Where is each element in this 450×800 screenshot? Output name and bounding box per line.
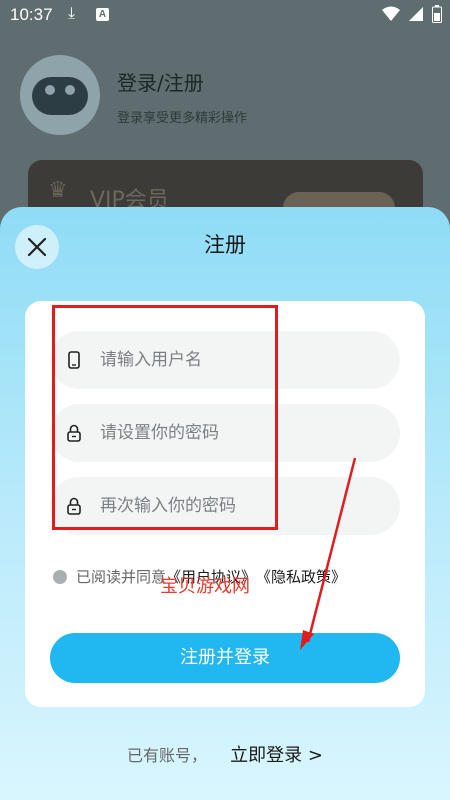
agree-radio[interactable] — [53, 569, 67, 584]
wifi-icon — [382, 6, 400, 21]
status-time: 10:37 — [10, 5, 53, 24]
status-bar: 10:37 ⤓ A — [0, 0, 450, 30]
privacy-policy-link[interactable]: 《隐私政策》 — [256, 566, 346, 587]
annotation-highlight-box — [52, 305, 278, 530]
signal-icon — [409, 7, 423, 21]
crown-icon: ♛ — [48, 178, 68, 203]
battery-icon — [432, 5, 442, 23]
agreement-prefix: 已阅读并同意 — [76, 568, 167, 586]
login-prompt: 已有账号， 立即登录 > — [0, 741, 450, 767]
download-icon: ⤓ — [68, 3, 76, 22]
notification-a-icon: A — [96, 8, 109, 21]
sheet-title: 注册 — [204, 233, 246, 257]
avatar-face-icon — [32, 77, 88, 115]
login-register-subtitle: 登录享受更多精彩操作 — [117, 111, 248, 126]
login-now-link[interactable]: 立即登录 > — [230, 745, 323, 766]
register-and-login-button[interactable]: 注册并登录 — [50, 633, 400, 683]
avatar — [20, 55, 100, 135]
watermark-text: 宝贝游戏网 — [160, 576, 250, 597]
status-icons — [382, 5, 442, 23]
login-register-title: 登录/注册 — [117, 71, 204, 95]
have-account-text: 已有账号， — [127, 746, 208, 765]
